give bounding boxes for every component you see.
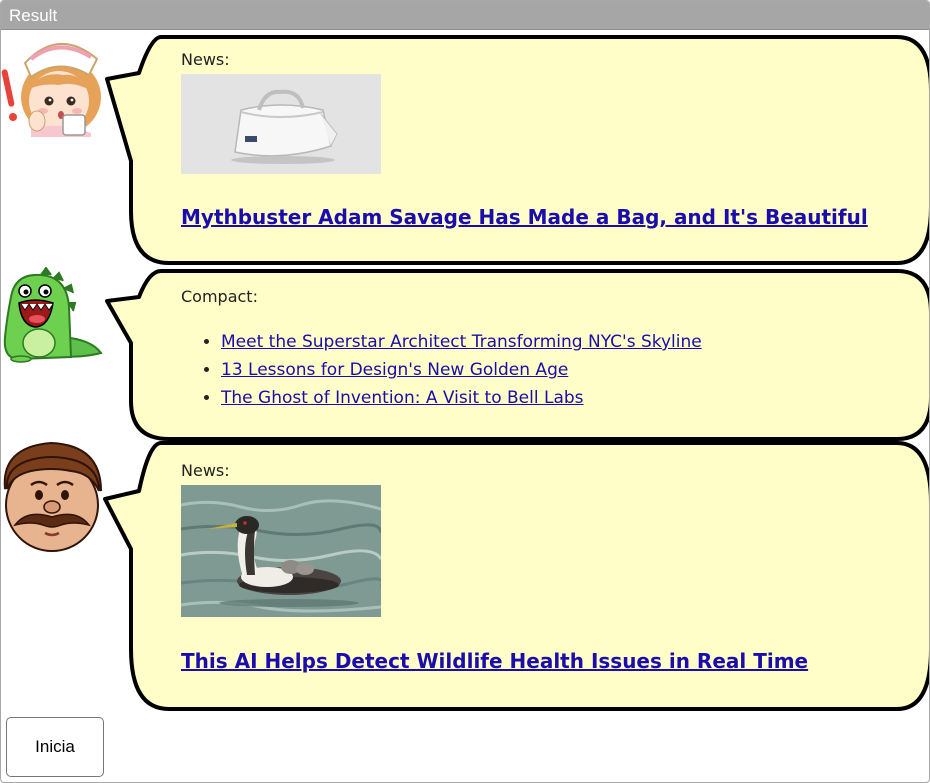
grebe-bird-photo[interactable] [180,485,384,621]
headline-link[interactable]: This AI Helps Detect Wildlife Health Iss… [181,649,808,673]
result-header: Result [1,1,929,30]
message-3-content: News: [181,461,230,481]
message-2-content: Compact: [181,287,258,307]
message-type-label: News: [181,50,230,69]
white-bag-photo[interactable] [181,74,381,178]
message-type-label: News: [181,461,230,480]
message-type-label: Compact: [181,287,258,306]
compact-link-list: Meet the Superstar Architect Transformin… [181,328,702,412]
list-item: The Ghost of Invention: A Visit to Bell … [221,384,702,412]
result-title: Result [9,6,58,25]
list-item: Meet the Superstar Architect Transformin… [221,328,702,356]
compact-link[interactable]: 13 Lessons for Design's New Golden Age [221,360,568,380]
headline-link[interactable]: Mythbuster Adam Savage Has Made a Bag, a… [181,205,868,229]
dinosaur-avatar-icon [1,267,105,363]
nurse-avatar-icon [1,29,105,137]
list-item: 13 Lessons for Design's New Golden Age [221,356,702,384]
inicia-button[interactable]: Inicia [6,717,104,777]
message-1-content: News: [181,50,230,70]
result-panel: Result News: Mythbuster Adam Savage Has … [0,0,930,783]
mustache-man-avatar-icon [1,439,105,553]
compact-link[interactable]: The Ghost of Invention: A Visit to Bell … [221,388,584,408]
compact-link[interactable]: Meet the Superstar Architect Transformin… [221,332,702,352]
